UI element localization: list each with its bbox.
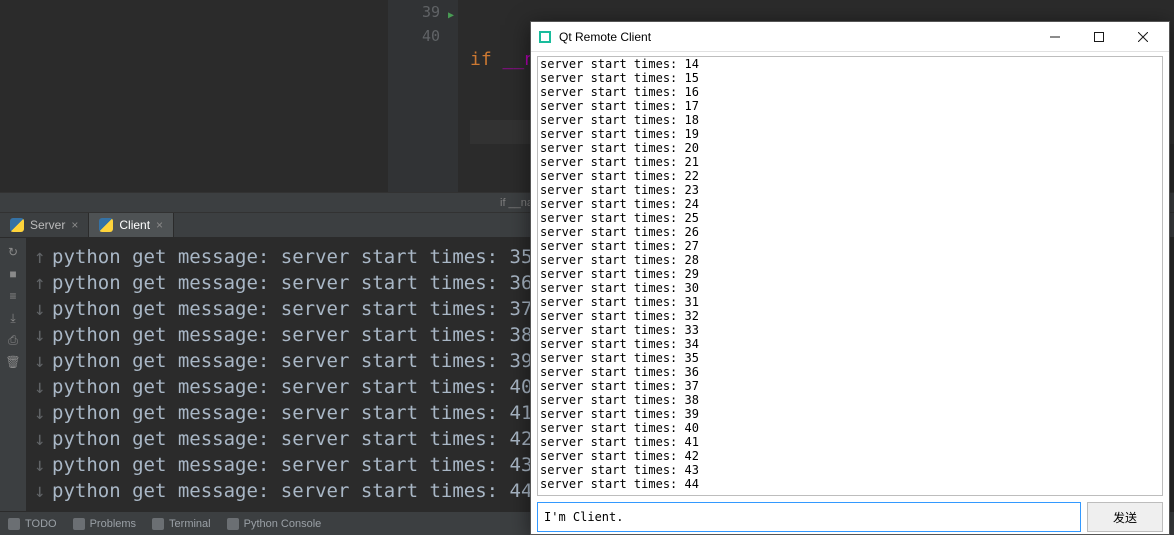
maximize-button[interactable] <box>1077 23 1121 51</box>
log-line: server start times: 27 <box>540 239 1160 253</box>
run-tab-server[interactable]: Server × <box>0 213 89 237</box>
app-icon <box>539 31 551 43</box>
code-keyword: if <box>470 49 492 70</box>
log-line: server start times: 29 <box>540 267 1160 281</box>
python-icon <box>99 218 113 232</box>
log-line: server start times: 31 <box>540 295 1160 309</box>
log-line: server start times: 39 <box>540 407 1160 421</box>
log-line: server start times: 16 <box>540 85 1160 99</box>
stop-icon[interactable]: ■ <box>5 266 21 282</box>
log-line: server start times: 14 <box>540 57 1160 71</box>
print-icon[interactable]: ⎙ <box>5 332 21 348</box>
rerun-icon[interactable]: ↻ <box>5 244 21 260</box>
log-line: server start times: 33 <box>540 323 1160 337</box>
python-console-icon <box>227 518 239 530</box>
log-line: server start times: 36 <box>540 365 1160 379</box>
log-line: server start times: 15 <box>540 71 1160 85</box>
close-icon[interactable]: × <box>156 218 163 232</box>
log-line: server start times: 30 <box>540 281 1160 295</box>
close-icon[interactable]: × <box>71 218 78 232</box>
log-line: server start times: 37 <box>540 379 1160 393</box>
line-number: 39 <box>388 0 440 24</box>
run-tab-client[interactable]: Client × <box>89 213 174 237</box>
clear-icon[interactable]: 🗑 <box>5 354 21 370</box>
scroll-to-end-icon[interactable]: ⤓ <box>5 310 21 326</box>
todo-icon <box>8 518 20 530</box>
python-icon <box>10 218 24 232</box>
editor-gutter: ▶ 39 40 <box>388 0 458 192</box>
log-line: server start times: 20 <box>540 141 1160 155</box>
terminal-icon <box>152 518 164 530</box>
log-line: server start times: 23 <box>540 183 1160 197</box>
log-line: server start times: 43 <box>540 463 1160 477</box>
toggle-wrap-icon[interactable]: ≡ <box>5 288 21 304</box>
line-number: 40 <box>388 24 440 48</box>
statusbar-problems[interactable]: Problems <box>73 518 136 530</box>
log-line: server start times: 44 <box>540 477 1160 491</box>
message-input[interactable] <box>537 502 1081 532</box>
log-line: server start times: 25 <box>540 211 1160 225</box>
titlebar[interactable]: Qt Remote Client <box>531 22 1169 52</box>
log-line: server start times: 41 <box>540 435 1160 449</box>
log-line: server start times: 21 <box>540 155 1160 169</box>
statusbar-python-console[interactable]: Python Console <box>227 518 322 530</box>
log-line: server start times: 38 <box>540 393 1160 407</box>
statusbar-terminal[interactable]: Terminal <box>152 518 211 530</box>
log-line: server start times: 34 <box>540 337 1160 351</box>
run-tab-label: Server <box>30 218 65 232</box>
minimize-button[interactable] <box>1033 23 1077 51</box>
log-line: server start times: 32 <box>540 309 1160 323</box>
log-line: server start times: 35 <box>540 351 1160 365</box>
send-button[interactable]: 发送 <box>1087 502 1163 532</box>
log-output[interactable]: server start times: 14server start times… <box>537 56 1163 496</box>
close-button[interactable] <box>1121 23 1165 51</box>
window-title: Qt Remote Client <box>559 30 651 44</box>
log-line: server start times: 40 <box>540 421 1160 435</box>
qt-remote-client-window[interactable]: Qt Remote Client server start times: 14s… <box>530 21 1170 535</box>
log-line: server start times: 19 <box>540 127 1160 141</box>
problems-icon <box>73 518 85 530</box>
log-line: server start times: 26 <box>540 225 1160 239</box>
log-line: server start times: 17 <box>540 99 1160 113</box>
log-line: server start times: 18 <box>540 113 1160 127</box>
run-tab-label: Client <box>119 218 150 232</box>
console-toolbar: ↻ ■ ≡ ⤓ ⎙ 🗑 <box>0 238 26 511</box>
statusbar-todo[interactable]: TODO <box>8 518 57 530</box>
log-line: server start times: 42 <box>540 449 1160 463</box>
log-line: server start times: 24 <box>540 197 1160 211</box>
run-gutter-icon[interactable]: ▶ <box>448 4 454 28</box>
log-line: server start times: 22 <box>540 169 1160 183</box>
log-line: server start times: 28 <box>540 253 1160 267</box>
